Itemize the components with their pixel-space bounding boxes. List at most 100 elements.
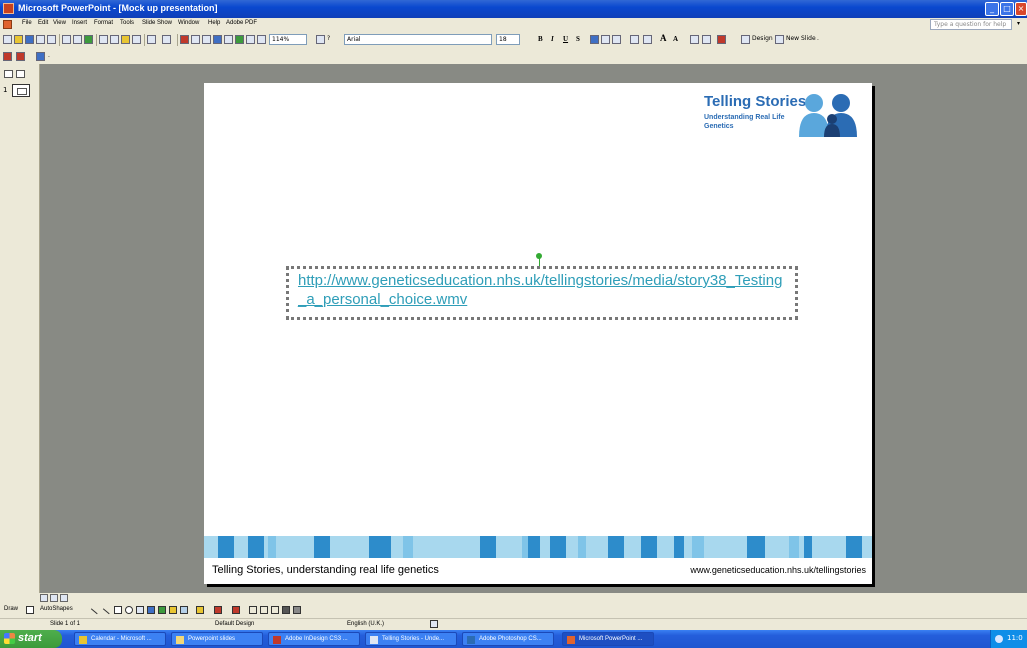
- open-icon[interactable]: [14, 35, 23, 44]
- underline-button[interactable]: U: [563, 35, 568, 43]
- new-icon[interactable]: [3, 35, 12, 44]
- numbering-icon[interactable]: [630, 35, 639, 44]
- insert-hyperlink-icon[interactable]: [213, 35, 222, 44]
- align-right-icon[interactable]: [612, 35, 621, 44]
- shadow-style-icon[interactable]: [282, 606, 290, 614]
- spelling-icon[interactable]: [84, 35, 93, 44]
- menu-insert[interactable]: Insert: [72, 20, 87, 26]
- insert-picture-icon[interactable]: [180, 606, 188, 614]
- menu-window[interactable]: Window: [178, 20, 199, 26]
- help-icon[interactable]: [316, 35, 325, 44]
- increase-indent-icon[interactable]: [702, 35, 711, 44]
- ask-question-input[interactable]: Type a question for help: [930, 19, 1012, 30]
- redo-icon[interactable]: [162, 35, 171, 44]
- start-button[interactable]: start: [0, 630, 62, 648]
- color-grayscale-icon[interactable]: [257, 35, 266, 44]
- slide-show-view-button[interactable]: [60, 594, 68, 602]
- menu-slide-show[interactable]: Slide Show: [142, 20, 172, 26]
- font-name-select[interactable]: Arial: [344, 34, 492, 45]
- design-icon[interactable]: [741, 35, 750, 44]
- hyperlink-textbox[interactable]: http://www.geneticseducation.nhs.uk/tell…: [286, 266, 798, 320]
- undo-icon[interactable]: [147, 35, 156, 44]
- slide-thumbnail[interactable]: [12, 84, 30, 97]
- format-painter-icon[interactable]: [132, 35, 141, 44]
- taskbar-powerpoint[interactable]: Microsoft PowerPoint ...: [562, 632, 654, 646]
- minimize-button[interactable]: _: [985, 2, 999, 16]
- shadow-button[interactable]: S: [576, 35, 580, 43]
- draw-menu[interactable]: Draw: [4, 606, 18, 612]
- line-style-icon[interactable]: [249, 606, 257, 614]
- menu-help[interactable]: Help: [208, 20, 220, 26]
- tray-icon[interactable]: [995, 635, 1003, 643]
- insert-table-icon[interactable]: [191, 35, 200, 44]
- spell-check-status-icon[interactable]: [430, 620, 438, 628]
- decrease-indent-icon[interactable]: [690, 35, 699, 44]
- menu-edit[interactable]: Edit: [38, 20, 48, 26]
- bullets-icon[interactable]: [643, 35, 652, 44]
- decrease-font-button[interactable]: A: [673, 35, 678, 43]
- clip-art-icon[interactable]: [169, 606, 177, 614]
- powerpoint-app-icon[interactable]: [3, 3, 14, 14]
- video-hyperlink[interactable]: http://www.geneticseducation.nhs.uk/tell…: [298, 271, 786, 309]
- taskbar-photoshop[interactable]: Adobe Photoshop CS...: [462, 632, 554, 646]
- maximize-button[interactable]: □: [1000, 2, 1014, 16]
- taskbar-telling-stories[interactable]: Telling Stories - Unde...: [365, 632, 457, 646]
- expand-all-icon[interactable]: [224, 35, 233, 44]
- convert-and-email-icon[interactable]: [16, 52, 25, 61]
- new-slide-icon[interactable]: [775, 35, 784, 44]
- design-button[interactable]: Design: [752, 35, 773, 42]
- taskbar-calendar[interactable]: Calendar - Microsoft ...: [74, 632, 166, 646]
- oval-icon[interactable]: [125, 606, 133, 614]
- slide-canvas[interactable]: Telling Stories Understanding Real Life …: [204, 83, 872, 584]
- menu-format[interactable]: Format: [94, 20, 113, 26]
- font-color-draw-icon[interactable]: [232, 606, 240, 614]
- cut-icon[interactable]: [99, 35, 108, 44]
- new-slide-button[interactable]: New Slide: [786, 35, 816, 42]
- zoom-select[interactable]: 114%: [269, 34, 307, 45]
- font-color-icon[interactable]: [717, 35, 726, 44]
- rectangle-icon[interactable]: [114, 606, 122, 614]
- paste-icon[interactable]: [121, 35, 130, 44]
- help-dropdown-arrow[interactable]: ▾: [1017, 20, 1020, 27]
- increase-font-button[interactable]: A: [660, 33, 667, 43]
- permission-icon[interactable]: [36, 35, 45, 44]
- save-icon[interactable]: [25, 35, 34, 44]
- taskbar-indesign[interactable]: Adobe InDesign CS3 ...: [268, 632, 360, 646]
- menu-view[interactable]: View: [53, 20, 66, 26]
- toolbar-options[interactable]: .: [817, 35, 819, 42]
- menu-file[interactable]: File: [22, 20, 32, 26]
- taskbar-powerpoint-slides-folder[interactable]: Powerpoint slides: [171, 632, 263, 646]
- dash-style-icon[interactable]: [260, 606, 268, 614]
- align-left-icon[interactable]: [590, 35, 599, 44]
- toolbar2-options[interactable]: .: [48, 52, 50, 59]
- diagram-icon[interactable]: [158, 606, 166, 614]
- review-icon[interactable]: [36, 52, 45, 61]
- insert-chart-icon[interactable]: [180, 35, 189, 44]
- convert-to-pdf-icon[interactable]: [3, 52, 12, 61]
- show-grid-icon[interactable]: [246, 35, 255, 44]
- font-size-select[interactable]: 18: [496, 34, 520, 45]
- print-icon[interactable]: [62, 35, 71, 44]
- normal-view-button[interactable]: [40, 594, 48, 602]
- italic-button[interactable]: I: [551, 35, 554, 43]
- slide-sorter-view-button[interactable]: [50, 594, 58, 602]
- wordart-icon[interactable]: [147, 606, 155, 614]
- close-button[interactable]: ×: [1015, 2, 1027, 16]
- fill-color-icon[interactable]: [196, 606, 204, 614]
- outline-tab[interactable]: [4, 70, 13, 78]
- autoshapes-menu[interactable]: AutoShapes: [40, 606, 73, 612]
- align-center-icon[interactable]: [601, 35, 610, 44]
- copy-icon[interactable]: [110, 35, 119, 44]
- show-formatting-icon[interactable]: [235, 35, 244, 44]
- arrow-style-icon[interactable]: [271, 606, 279, 614]
- email-icon[interactable]: [47, 35, 56, 44]
- 3d-style-icon[interactable]: [293, 606, 301, 614]
- document-icon[interactable]: [3, 20, 12, 29]
- text-box-icon[interactable]: [136, 606, 144, 614]
- bold-button[interactable]: B: [538, 35, 543, 43]
- slides-tab[interactable]: [16, 70, 25, 78]
- menu-tools[interactable]: Tools: [120, 20, 134, 26]
- select-objects-icon[interactable]: [26, 606, 34, 614]
- print-preview-icon[interactable]: [73, 35, 82, 44]
- menu-adobe-pdf[interactable]: Adobe PDF: [226, 20, 257, 26]
